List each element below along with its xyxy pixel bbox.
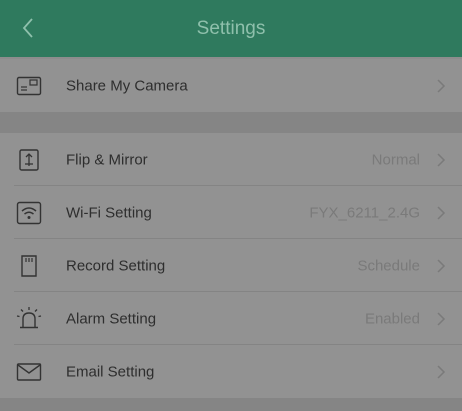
header-bar: Settings	[0, 0, 462, 57]
envelope-icon	[16, 359, 42, 385]
chevron-right-icon	[434, 151, 448, 169]
chevron-right-icon	[434, 310, 448, 328]
row-label: Alarm Setting	[66, 310, 157, 327]
back-button[interactable]	[14, 14, 42, 42]
row-value: Enabled	[364, 310, 420, 327]
page-title: Settings	[196, 17, 266, 39]
chevron-right-icon	[434, 77, 448, 95]
camera-share-icon	[16, 73, 42, 99]
alarm-setting-row[interactable]: Alarm Setting Enabled	[0, 292, 462, 345]
row-value: Normal	[371, 151, 420, 168]
row-label: Email Setting	[66, 363, 155, 380]
email-setting-row[interactable]: Email Setting	[0, 345, 462, 398]
alarm-icon	[16, 306, 42, 332]
sd-card-icon	[16, 253, 42, 279]
chevron-right-icon	[434, 257, 448, 275]
chevron-right-icon	[434, 363, 448, 381]
section-gap	[0, 112, 462, 134]
row-label: Flip & Mirror	[66, 151, 148, 168]
flip-mirror-row[interactable]: Flip & Mirror Normal	[0, 133, 462, 186]
row-label: Share My Camera	[66, 77, 188, 94]
settings-screen: Settings Share My Camera Flip & Mirror N…	[0, 0, 462, 411]
chevron-right-icon	[434, 204, 448, 222]
row-value: FYX_6211_2.4G	[309, 204, 420, 221]
flip-mirror-icon	[16, 147, 42, 173]
row-label: Wi-Fi Setting	[66, 204, 152, 221]
row-label: Record Setting	[66, 257, 166, 274]
chevron-left-icon	[21, 17, 35, 39]
wifi-icon	[16, 200, 42, 226]
row-value: Schedule	[357, 257, 420, 274]
share-my-camera-row[interactable]: Share My Camera	[0, 59, 462, 112]
wifi-setting-row[interactable]: Wi-Fi Setting FYX_6211_2.4G	[0, 186, 462, 239]
section-gap	[0, 398, 462, 411]
record-setting-row[interactable]: Record Setting Schedule	[0, 239, 462, 292]
